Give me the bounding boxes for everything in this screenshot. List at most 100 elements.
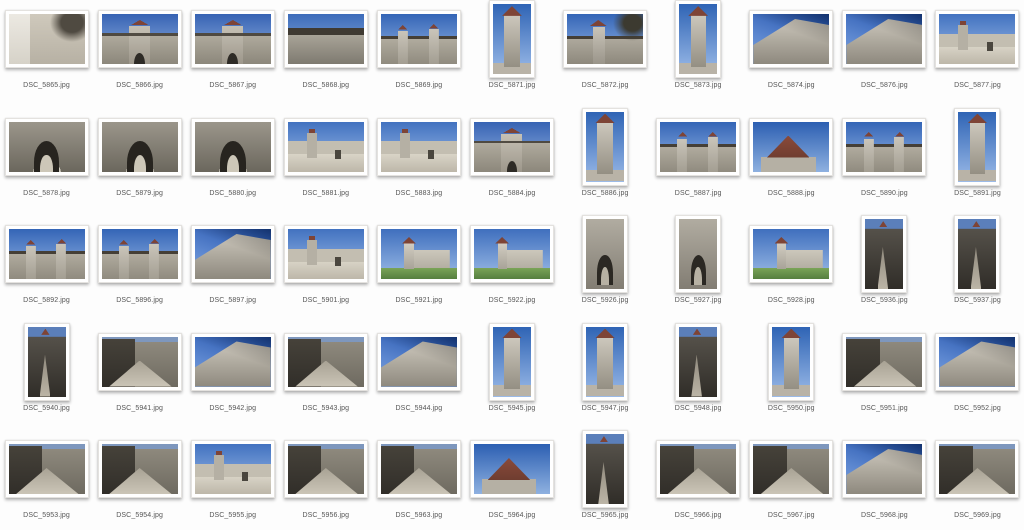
photo-image (194, 121, 271, 172)
photo-item[interactable]: DSC_5869.jpg (372, 0, 465, 108)
thumbnail-area (0, 108, 93, 186)
photo-item[interactable]: DSC_5944.jpg (372, 323, 465, 431)
thumbnail-area (93, 215, 186, 293)
photo-item[interactable]: DSC_5865.jpg (0, 0, 93, 108)
thumbnail-area (652, 322, 745, 401)
photo-item[interactable]: DSC_5892.jpg (0, 215, 93, 323)
photo-item[interactable]: DSC_5937.jpg (931, 215, 1024, 323)
photo-item[interactable]: DSC_5968.jpg (838, 430, 931, 530)
photo-image (939, 14, 1016, 64)
photo-image (194, 444, 271, 494)
thumbnail-area (186, 215, 279, 293)
photo-item[interactable]: DSC_5945.jpg (465, 322, 558, 431)
photo-item[interactable]: DSC_5891.jpg (931, 107, 1024, 216)
photo-item[interactable]: DSC_5953.jpg (0, 430, 93, 530)
photo-item[interactable]: DSC_5936.jpg (838, 215, 931, 323)
photo-item[interactable]: DSC_5881.jpg (279, 108, 372, 216)
photo-item[interactable]: DSC_5866.jpg (93, 0, 186, 108)
photo-image (473, 121, 550, 172)
photo-item[interactable]: DSC_5901.jpg (279, 215, 372, 323)
photo-item[interactable]: DSC_5878.jpg (0, 108, 93, 216)
photo-filename: DSC_5927.jpg (674, 297, 722, 304)
photo-item[interactable]: DSC_5952.jpg (931, 323, 1024, 431)
thumbnail-area (838, 323, 931, 401)
photo-item[interactable]: DSC_5868.jpg (279, 0, 372, 108)
photo-item[interactable]: DSC_5879.jpg (93, 108, 186, 216)
thumbnail-area (838, 430, 931, 508)
photo-image (586, 219, 625, 289)
photo-item[interactable]: DSC_5883.jpg (372, 108, 465, 216)
photo-item[interactable]: DSC_5954.jpg (93, 430, 186, 530)
photo-item[interactable]: DSC_5956.jpg (279, 430, 372, 530)
photo-item[interactable]: DSC_5928.jpg (745, 215, 838, 323)
photo-item[interactable]: DSC_5884.jpg (465, 108, 558, 216)
photo-filename: DSC_5896.jpg (116, 297, 163, 304)
photo-item[interactable]: DSC_5941.jpg (93, 323, 186, 431)
photo-thumbnail-card (656, 440, 741, 498)
photo-image (660, 444, 737, 494)
photo-filename: DSC_5952.jpg (954, 404, 1001, 412)
thumbnail-area (652, 430, 745, 508)
photo-item[interactable]: DSC_5967.jpg (745, 430, 838, 530)
photo-item[interactable]: DSC_5964.jpg (465, 430, 558, 530)
photo-item[interactable]: DSC_5951.jpg (838, 323, 931, 431)
photo-thumbnail-card (97, 332, 182, 391)
photo-item[interactable]: DSC_5876.jpg (838, 0, 931, 108)
photo-item[interactable]: DSC_5955.jpg (186, 430, 279, 530)
photo-filename: DSC_5922.jpg (488, 297, 536, 304)
photo-item[interactable]: DSC_5940.jpg (0, 322, 93, 431)
photo-image (194, 336, 271, 387)
photo-item[interactable]: DSC_5872.jpg (559, 0, 652, 108)
photo-item[interactable]: DSC_5890.jpg (838, 108, 931, 216)
thumbnail-area (465, 108, 558, 186)
thumbnail-area (652, 215, 745, 293)
photo-filename: DSC_5888.jpg (767, 189, 815, 197)
photo-image (473, 444, 550, 494)
photo-filename: DSC_5866.jpg (116, 82, 163, 89)
photo-item[interactable]: DSC_5927.jpg (652, 215, 745, 323)
photo-image (660, 121, 737, 172)
photo-item[interactable]: DSC_5873.jpg (652, 0, 745, 108)
photo-item[interactable]: DSC_5943.jpg (279, 323, 372, 431)
photo-thumbnail-card (582, 107, 629, 186)
photo-item[interactable]: DSC_5874.jpg (745, 0, 838, 108)
photo-item[interactable]: DSC_5921.jpg (372, 215, 465, 323)
photo-item[interactable]: DSC_5896.jpg (93, 215, 186, 323)
photo-item[interactable]: DSC_5950.jpg (745, 322, 838, 431)
photo-image (287, 444, 364, 494)
photo-item[interactable]: DSC_5969.jpg (931, 430, 1024, 530)
photo-item[interactable]: DSC_5922.jpg (465, 215, 558, 323)
photo-thumbnail-card (749, 225, 834, 283)
photo-item[interactable]: DSC_5947.jpg (559, 322, 652, 431)
photo-image (846, 121, 923, 172)
photo-item[interactable]: DSC_5888.jpg (745, 108, 838, 216)
photo-image (287, 14, 364, 64)
photo-item[interactable]: DSC_5966.jpg (652, 430, 745, 530)
photo-thumbnail-card (376, 117, 461, 176)
photo-item[interactable]: DSC_5887.jpg (652, 108, 745, 216)
photo-item[interactable]: DSC_5886.jpg (559, 107, 652, 216)
thumbnail-area (186, 430, 279, 508)
photo-filename: DSC_5937.jpg (954, 297, 1001, 304)
thumbnail-area (186, 108, 279, 186)
thumbnail-area (279, 0, 372, 78)
photo-item[interactable]: DSC_5880.jpg (186, 108, 279, 216)
photo-thumbnail-card (190, 225, 275, 283)
photo-item[interactable]: DSC_5877.jpg (931, 0, 1024, 108)
photo-image (679, 326, 718, 397)
photo-filename: DSC_5879.jpg (116, 189, 163, 197)
photo-item[interactable]: DSC_5948.jpg (652, 322, 745, 431)
photo-item[interactable]: DSC_5926.jpg (559, 215, 652, 323)
photo-thumbnail-card (376, 225, 461, 283)
photo-item[interactable]: DSC_5867.jpg (186, 0, 279, 108)
photo-item[interactable]: DSC_5942.jpg (186, 323, 279, 431)
photo-thumbnail-card (97, 225, 182, 283)
photo-item[interactable]: DSC_5897.jpg (186, 215, 279, 323)
photo-thumbnail-card (935, 440, 1020, 498)
thumbnail-area (559, 107, 652, 186)
thumbnail-area (93, 0, 186, 78)
photo-filename: DSC_5891.jpg (954, 189, 1001, 197)
photo-item[interactable]: DSC_5871.jpg (465, 0, 558, 108)
photo-item[interactable]: DSC_5963.jpg (372, 430, 465, 530)
photo-item[interactable]: DSC_5965.jpg (559, 430, 652, 530)
